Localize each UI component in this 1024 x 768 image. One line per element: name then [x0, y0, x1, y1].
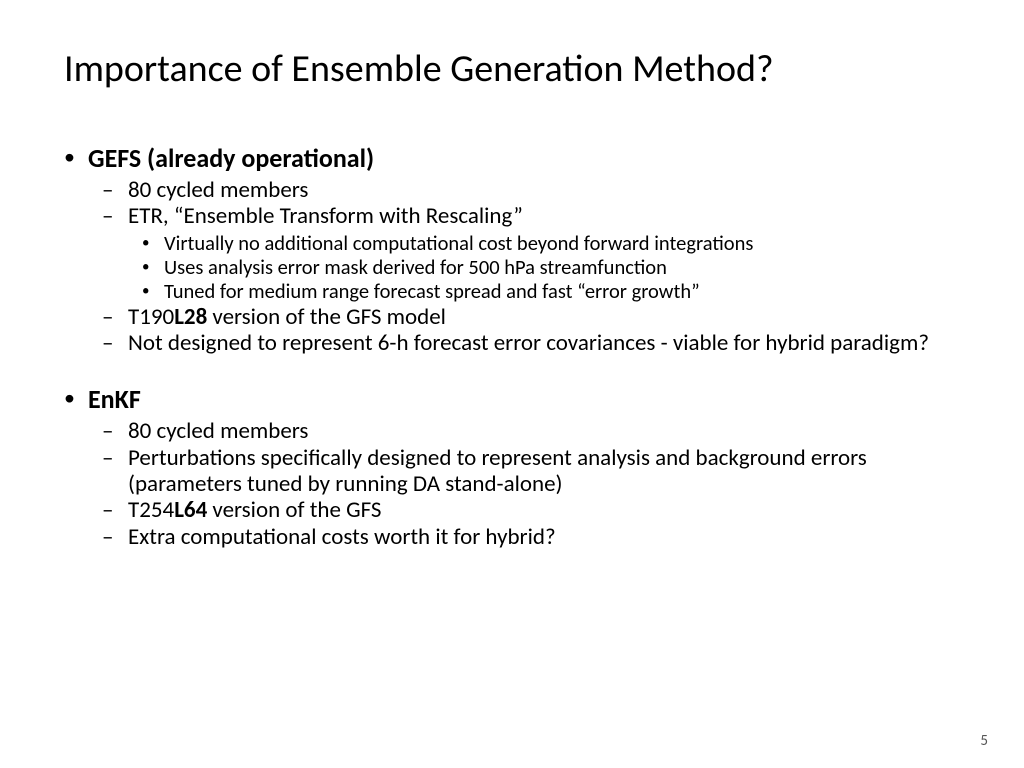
- sublist: 80 cycled members Perturbations specific…: [88, 419, 964, 551]
- item-bold: L64: [174, 496, 207, 524]
- sublist: 80 cycled members ETR, “Ensemble Transfo…: [88, 178, 964, 358]
- item-text: T190: [128, 303, 174, 331]
- bullet-list: GEFS (already operational) 80 cycled mem…: [64, 144, 964, 357]
- item-text: “error growth”: [577, 278, 700, 304]
- list-item: 80 cycled members: [128, 419, 964, 445]
- list-item: T254L64 version of the GFS: [128, 498, 964, 524]
- list-item: Perturbations specifically designed to r…: [128, 446, 964, 498]
- list-item: T190L28 version of the GFS model: [128, 305, 964, 331]
- spacer: [64, 359, 964, 385]
- item-text: version of the GFS: [207, 496, 381, 524]
- bullet-list: EnKF 80 cycled members Perturbations spe…: [64, 385, 964, 551]
- list-item: 80 cycled members: [128, 178, 964, 204]
- slide-title: Importance of Ensemble Generation Method…: [64, 48, 964, 92]
- item-text: Tuned for medium range forecast spread a…: [164, 278, 577, 304]
- item-bold: L28: [174, 303, 207, 331]
- list-item: Uses analysis error mask derived for 500…: [164, 255, 964, 279]
- section-gefs: GEFS (already operational) 80 cycled mem…: [88, 144, 964, 357]
- item-text: T254: [128, 496, 174, 524]
- section-enkf: EnKF 80 cycled members Perturbations spe…: [88, 385, 964, 551]
- list-item: ETR, “Ensemble Transform with Rescaling”…: [128, 204, 964, 303]
- list-item: Virtually no additional computational co…: [164, 231, 964, 255]
- list-item: Not designed to represent 6-h forecast e…: [128, 331, 964, 357]
- subsublist: Virtually no additional computational co…: [128, 231, 964, 304]
- section-head: GEFS (already operational): [88, 142, 374, 174]
- slide: Importance of Ensemble Generation Method…: [0, 0, 1024, 768]
- list-item: Tuned for medium range forecast spread a…: [164, 279, 964, 303]
- item-text: ETR, “Ensemble Transform with Rescaling”: [128, 202, 523, 230]
- page-number: 5: [980, 732, 988, 750]
- list-item: Extra computational costs worth it for h…: [128, 525, 964, 551]
- item-text: version of the GFS model: [207, 303, 446, 331]
- section-head: EnKF: [88, 383, 141, 415]
